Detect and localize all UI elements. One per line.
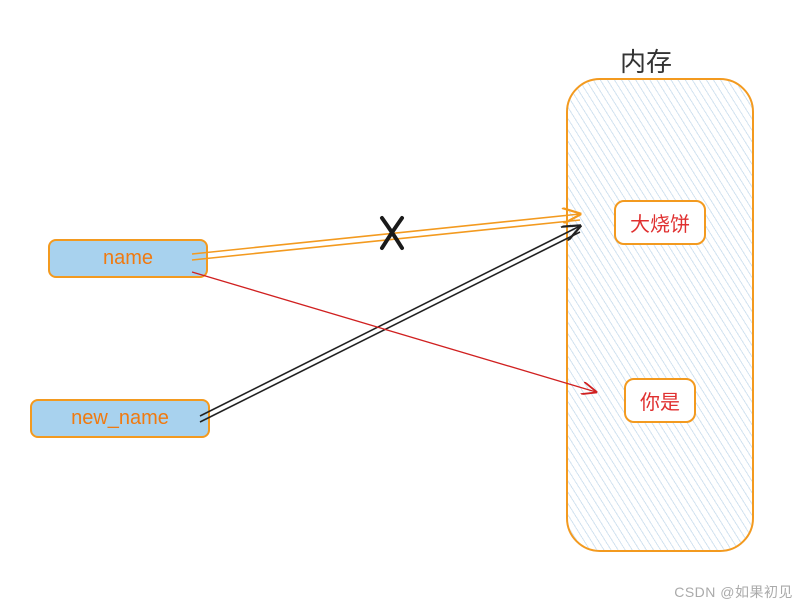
memory-hatch-pattern	[568, 80, 752, 550]
memory-cell-value2: 你是	[624, 378, 696, 423]
memory-label: 内存	[620, 42, 672, 79]
arrow-name-to-value1	[192, 214, 580, 260]
arrow-name-to-value2	[192, 272, 596, 392]
variable-new-name-box: new_name	[30, 399, 210, 438]
memory-cell-value1: 大烧饼	[614, 200, 706, 245]
variable-name-box: name	[48, 239, 208, 278]
cross-mark-icon	[382, 218, 402, 248]
arrow-newname-to-value1	[200, 226, 580, 422]
watermark-text: CSDN @如果初见	[674, 582, 793, 602]
diagram-canvas: name new_name 内存 大烧饼 你是	[0, 0, 803, 610]
memory-box: 大烧饼 你是	[566, 78, 754, 552]
